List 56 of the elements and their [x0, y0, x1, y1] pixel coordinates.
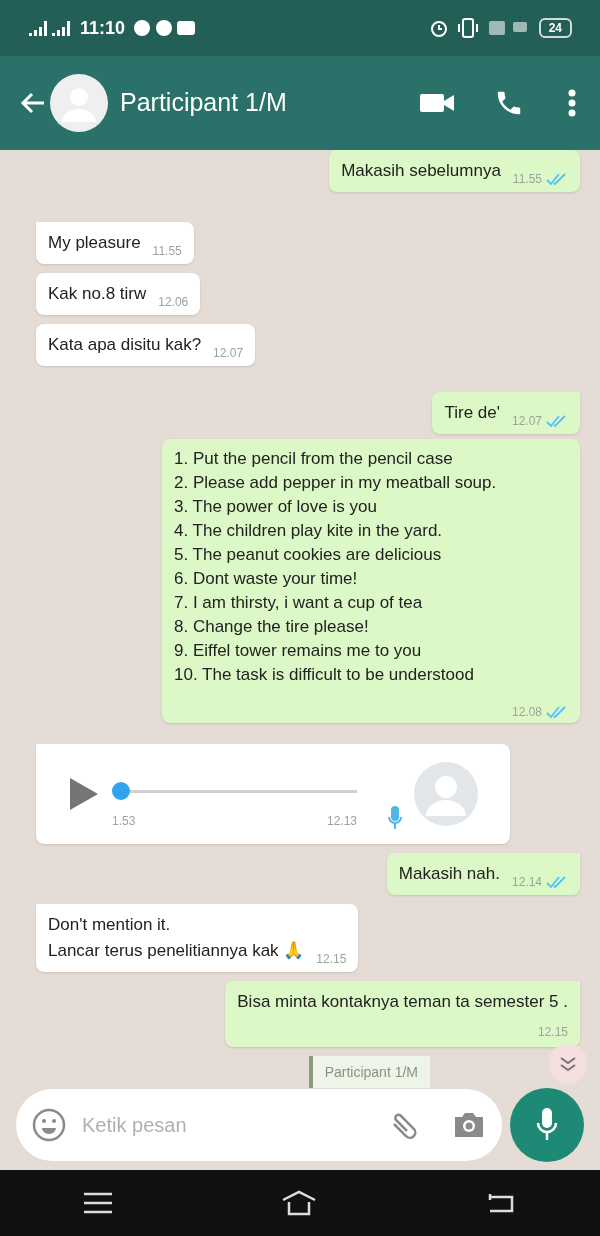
camera-icon[interactable] [452, 1110, 486, 1140]
notification-icon [155, 19, 174, 37]
message-text: Makasih nah. [398, 863, 500, 885]
signal-icon [28, 19, 72, 37]
message-time: 12.15 [316, 951, 347, 968]
message-time: 12.14 [511, 874, 542, 891]
message-text: Bisa minta kontaknya teman ta semester 5 . [237, 991, 568, 1013]
list-line: 7. I am thirsty, i want a cup of tea [174, 592, 424, 614]
avatar-icon [414, 762, 478, 826]
list-line: 6. Dont waste your time! [174, 568, 359, 590]
message-time: 12.07 [213, 345, 244, 362]
video-call-icon[interactable] [420, 92, 454, 114]
alarm-icon [428, 18, 449, 38]
message-time: 12.15 [537, 1024, 568, 1041]
message-time: 12.13 [326, 813, 357, 830]
list-line: 2. Please add pepper in my meatball soup. [174, 472, 498, 494]
audio-thumb[interactable] [112, 782, 130, 800]
home-icon[interactable] [281, 1190, 317, 1216]
message-time: 12.06 [158, 294, 189, 311]
list-line: 3. The power of love is you [174, 496, 378, 518]
message-text: Tire de' [444, 402, 500, 424]
list-line: 9. Eiffel tower remains me to you [174, 640, 423, 662]
quoted-sender: Participant 1/M [324, 1064, 418, 1080]
message-time: 11.55 [152, 243, 182, 260]
emoji-icon[interactable] [32, 1108, 66, 1142]
message-text: My pleasure [48, 232, 141, 254]
scroll-down-button[interactable] [548, 1044, 588, 1084]
message-text: Kak no.8 tirw [48, 283, 147, 305]
notification-icon [177, 21, 196, 35]
microphone-icon [388, 806, 402, 832]
list-line: 4. The children play kite in the yard. [174, 520, 444, 542]
message-text: Kata apa disitu kak? [48, 334, 202, 356]
menu-icon[interactable] [84, 1192, 113, 1214]
play-icon[interactable] [68, 776, 100, 812]
audio-duration: 1.53 [112, 813, 136, 830]
microphone-icon [536, 1108, 558, 1142]
list-line: 10. The task is difficult to be understood [174, 664, 475, 686]
contact-name[interactable]: Participant 1/M [120, 84, 287, 122]
message-time: 11.55 [512, 171, 542, 188]
avatar-icon[interactable] [50, 74, 108, 132]
vibrate-icon [456, 18, 479, 38]
clock-time: 11:10 [80, 16, 126, 40]
list-line: 8. Change the tire please! [174, 616, 370, 638]
message-text: Makasih sebelumnya [341, 160, 501, 182]
message-input-field[interactable]: Ketik pesan [82, 1110, 386, 1140]
message-text: Don't mention it. Lancar terus penelitiannya kak 🙏 [48, 914, 305, 962]
message-input-box[interactable]: Ketik pesan [16, 1089, 502, 1161]
list-line: 1. Put the pencil from the pencil case [174, 448, 454, 470]
back-arrow-icon[interactable] [20, 91, 46, 115]
notification-icon [133, 19, 152, 37]
battery-level: 24 [548, 20, 562, 37]
message-time: 12.07 [511, 413, 542, 430]
more-options-icon[interactable] [568, 89, 576, 117]
list-line: 5. The peanut cookies are delicious [174, 544, 443, 566]
double-chevron-icon [559, 1056, 577, 1072]
message-time: 12.08 [511, 704, 542, 721]
